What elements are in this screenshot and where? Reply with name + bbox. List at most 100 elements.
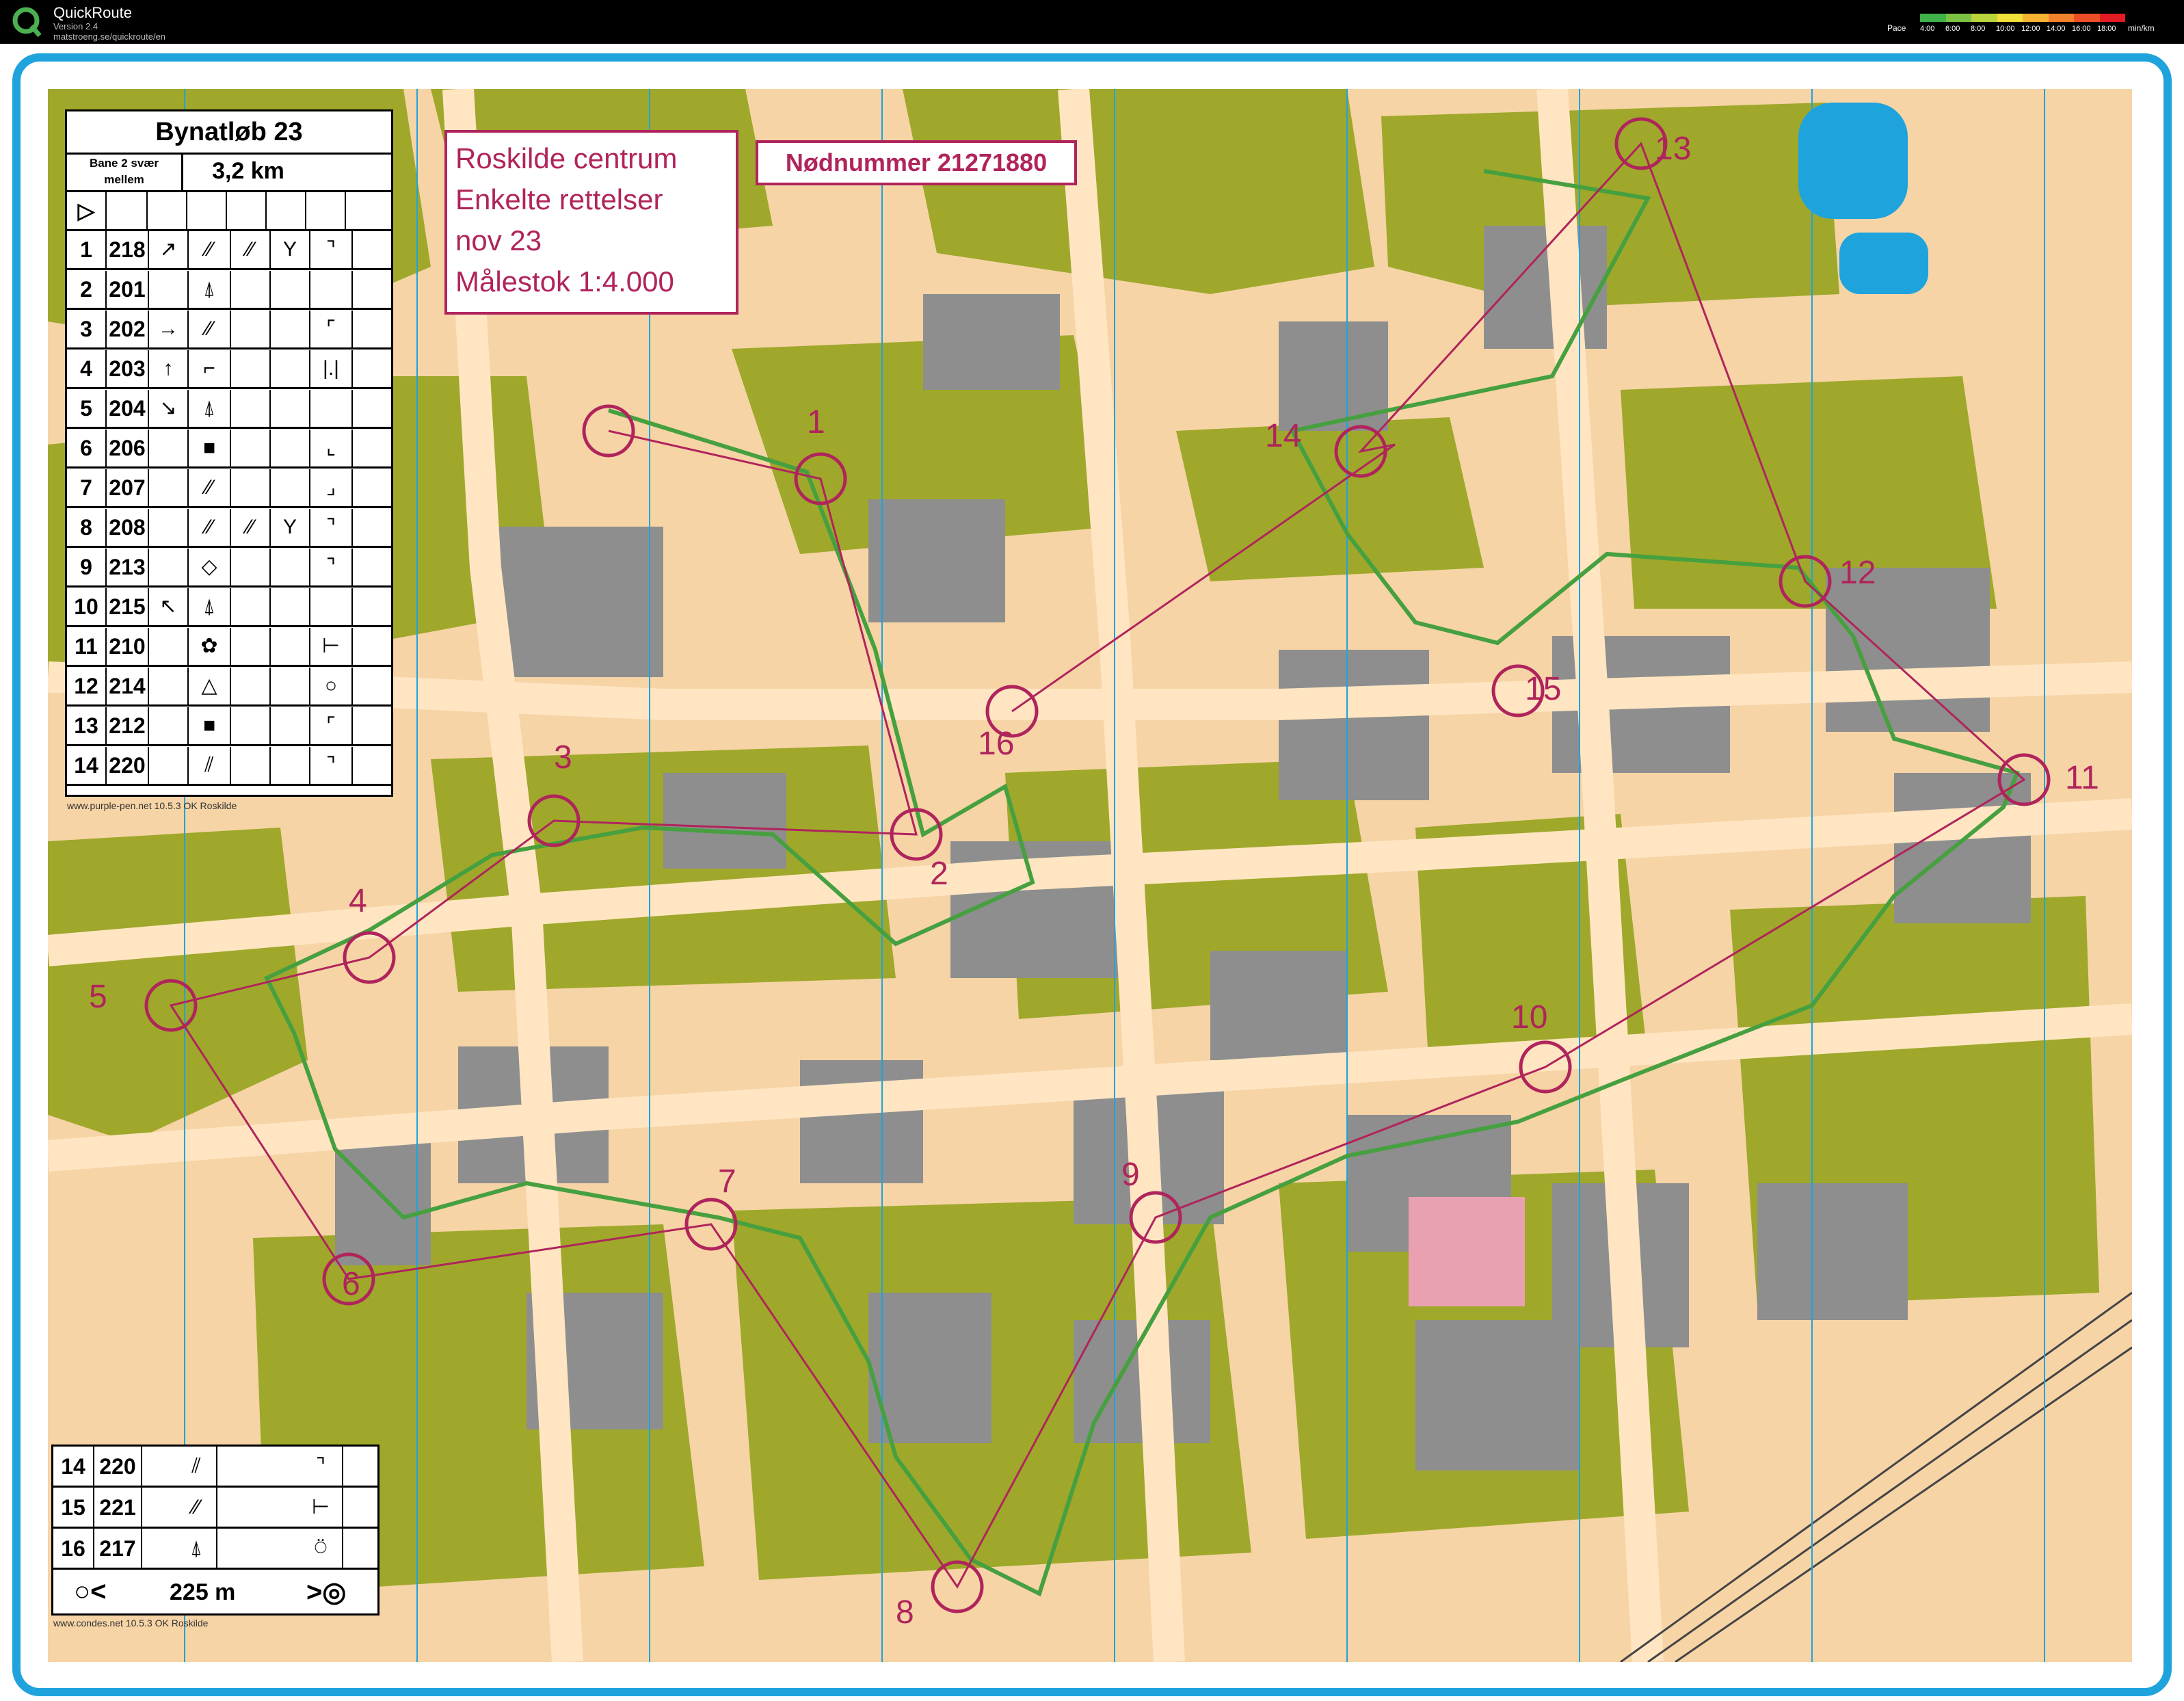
feature-symbol-2: [231, 549, 271, 585]
control-code: 203: [107, 350, 149, 387]
control-number: 13: [67, 707, 107, 744]
feature-symbol-2: [231, 747, 271, 784]
control-row: 7 207 ⁄⁄ ⌟: [67, 469, 391, 508]
direction-symbol: [149, 707, 189, 744]
course-name: Bane 2 svær mellem: [67, 153, 183, 190]
pace-tick: 16:00: [2072, 25, 2091, 33]
control-row: 12 214 △ ○: [67, 668, 391, 707]
location-symbol: ⌝: [310, 549, 353, 585]
control-code: 212: [107, 707, 149, 744]
start-row: ▷: [67, 192, 391, 231]
pace-legend: Pace 4:00 6:00 8:00 10:00 12:00 14:00 16:00 18:…: [1887, 11, 2174, 38]
purple-pen-credit: www.purple-pen.net 10.5.3 OK Roskilde: [67, 800, 237, 811]
feature-symbol: ◇: [189, 549, 231, 585]
feature-symbol: ⁄⁄: [176, 1488, 217, 1527]
control-code: 213: [107, 549, 149, 585]
course-name-line2: mellem: [104, 173, 144, 186]
appearance-symbol: Y: [271, 231, 310, 268]
info-line-2: Enkelte rettelser: [455, 183, 663, 215]
start-triangle-icon: ▷: [67, 192, 107, 229]
control-code: 217: [94, 1529, 142, 1568]
control-number: 12: [67, 668, 107, 704]
control-row: 2 201 ⍋: [67, 271, 391, 310]
control-number: 15: [53, 1488, 94, 1527]
location-symbol: [310, 390, 353, 427]
feature-symbol: △: [189, 668, 231, 704]
control-number: 3: [67, 311, 107, 347]
pace-color-swatch: [1945, 14, 1971, 22]
direction-symbol: ↑: [149, 350, 189, 387]
control-label-2: 2: [930, 856, 948, 892]
feature-symbol: ⫽: [176, 1447, 217, 1486]
control-code: 202: [107, 311, 149, 347]
control-code: 215: [107, 588, 149, 625]
control-number: 9: [67, 549, 107, 585]
info-line-1: Roskilde centrum: [455, 142, 678, 174]
appearance-symbol: [271, 628, 310, 665]
control-row: 14 220 ⫽ ⌝: [67, 747, 391, 786]
direction-symbol: →: [149, 311, 189, 347]
quickroute-logo-icon: [12, 7, 42, 38]
location-symbol: ⌟: [310, 469, 353, 506]
control-number: 4: [67, 350, 107, 387]
finish-from-icon: ○<: [74, 1577, 107, 1607]
control-code: 206: [107, 430, 149, 466]
course-name-line1: Bane 2 svær: [89, 157, 159, 170]
control-label-10: 10: [1511, 999, 1548, 1036]
pace-tick: 8:00: [1971, 25, 1986, 33]
appearance-symbol: Y: [271, 509, 310, 546]
appearance-symbol: [271, 271, 310, 308]
feature-symbol-2: [231, 271, 271, 308]
appearance-symbol: [271, 350, 310, 387]
feature-symbol-2: [231, 350, 271, 387]
start-cell: [107, 192, 148, 229]
control-code: 218: [107, 231, 149, 268]
feature-symbol: ⁄⁄: [189, 509, 231, 546]
app-url: matstroeng.se/quickroute/en: [53, 31, 166, 42]
info-line-3: nov 23: [455, 224, 542, 256]
control-description-sheet: Bynatløb 23 Bane 2 svær mellem 3,2 km ▷ …: [65, 109, 393, 797]
pace-color-swatch: [1971, 14, 1997, 22]
pace-ticks: 4:00 6:00 8:00 10:00 12:00 14:00 16:00 18:00: [1920, 25, 2139, 33]
pace-unit: min/km: [2128, 23, 2155, 33]
location-symbol: ⌝: [310, 231, 353, 268]
control-label-9: 9: [1121, 1157, 1140, 1193]
pace-color-swatch: [2099, 14, 2125, 22]
finish-row: ○< 225 m >◎: [53, 1570, 377, 1613]
control-code: 220: [94, 1447, 142, 1486]
direction-symbol: [149, 509, 189, 546]
control-label-3: 3: [554, 739, 572, 776]
location-symbol: [310, 588, 353, 625]
control-row: 4 203 ↑ ⌐ |.|: [67, 350, 391, 389]
feature-symbol-2: [231, 668, 271, 704]
appearance-symbol: [271, 747, 310, 784]
appearance-symbol: [271, 469, 310, 506]
location-symbol: ⌜: [310, 311, 353, 347]
control-label-5: 5: [89, 979, 107, 1015]
finish-distance: 225 m: [170, 1579, 236, 1605]
feature-symbol: ⍋: [189, 390, 231, 427]
location-symbol: [310, 271, 353, 308]
control-number: 8: [67, 509, 107, 546]
feature-symbol-2: [231, 628, 271, 665]
footer-control-row: 16 217 ⍋ ⍥: [53, 1529, 377, 1570]
feature-symbol: ⍋: [189, 588, 231, 625]
feature-symbol: ⁄⁄: [189, 231, 231, 268]
feature-symbol-2: [231, 469, 271, 506]
pace-tick: 4:00: [1920, 25, 1935, 33]
start-cell: [267, 192, 306, 229]
control-number: 14: [53, 1447, 94, 1486]
appearance-symbol: [271, 430, 310, 466]
control-label-8: 8: [896, 1594, 914, 1631]
control-code: 210: [107, 628, 149, 665]
appearance-symbol: [271, 588, 310, 625]
control-row: 6 206 ■ ⌞: [67, 430, 391, 469]
direction-symbol: [149, 430, 189, 466]
forbidden-area: [1409, 1197, 1525, 1306]
control-number: 16: [53, 1529, 94, 1568]
direction-symbol: [149, 747, 189, 784]
control-number: 5: [67, 390, 107, 427]
pace-tick: 6:00: [1945, 25, 1960, 33]
condes-credit: www.condes.net 10.5.3 OK Roskilde: [53, 1618, 209, 1629]
feature-symbol-2: ⁄⁄: [231, 509, 271, 546]
